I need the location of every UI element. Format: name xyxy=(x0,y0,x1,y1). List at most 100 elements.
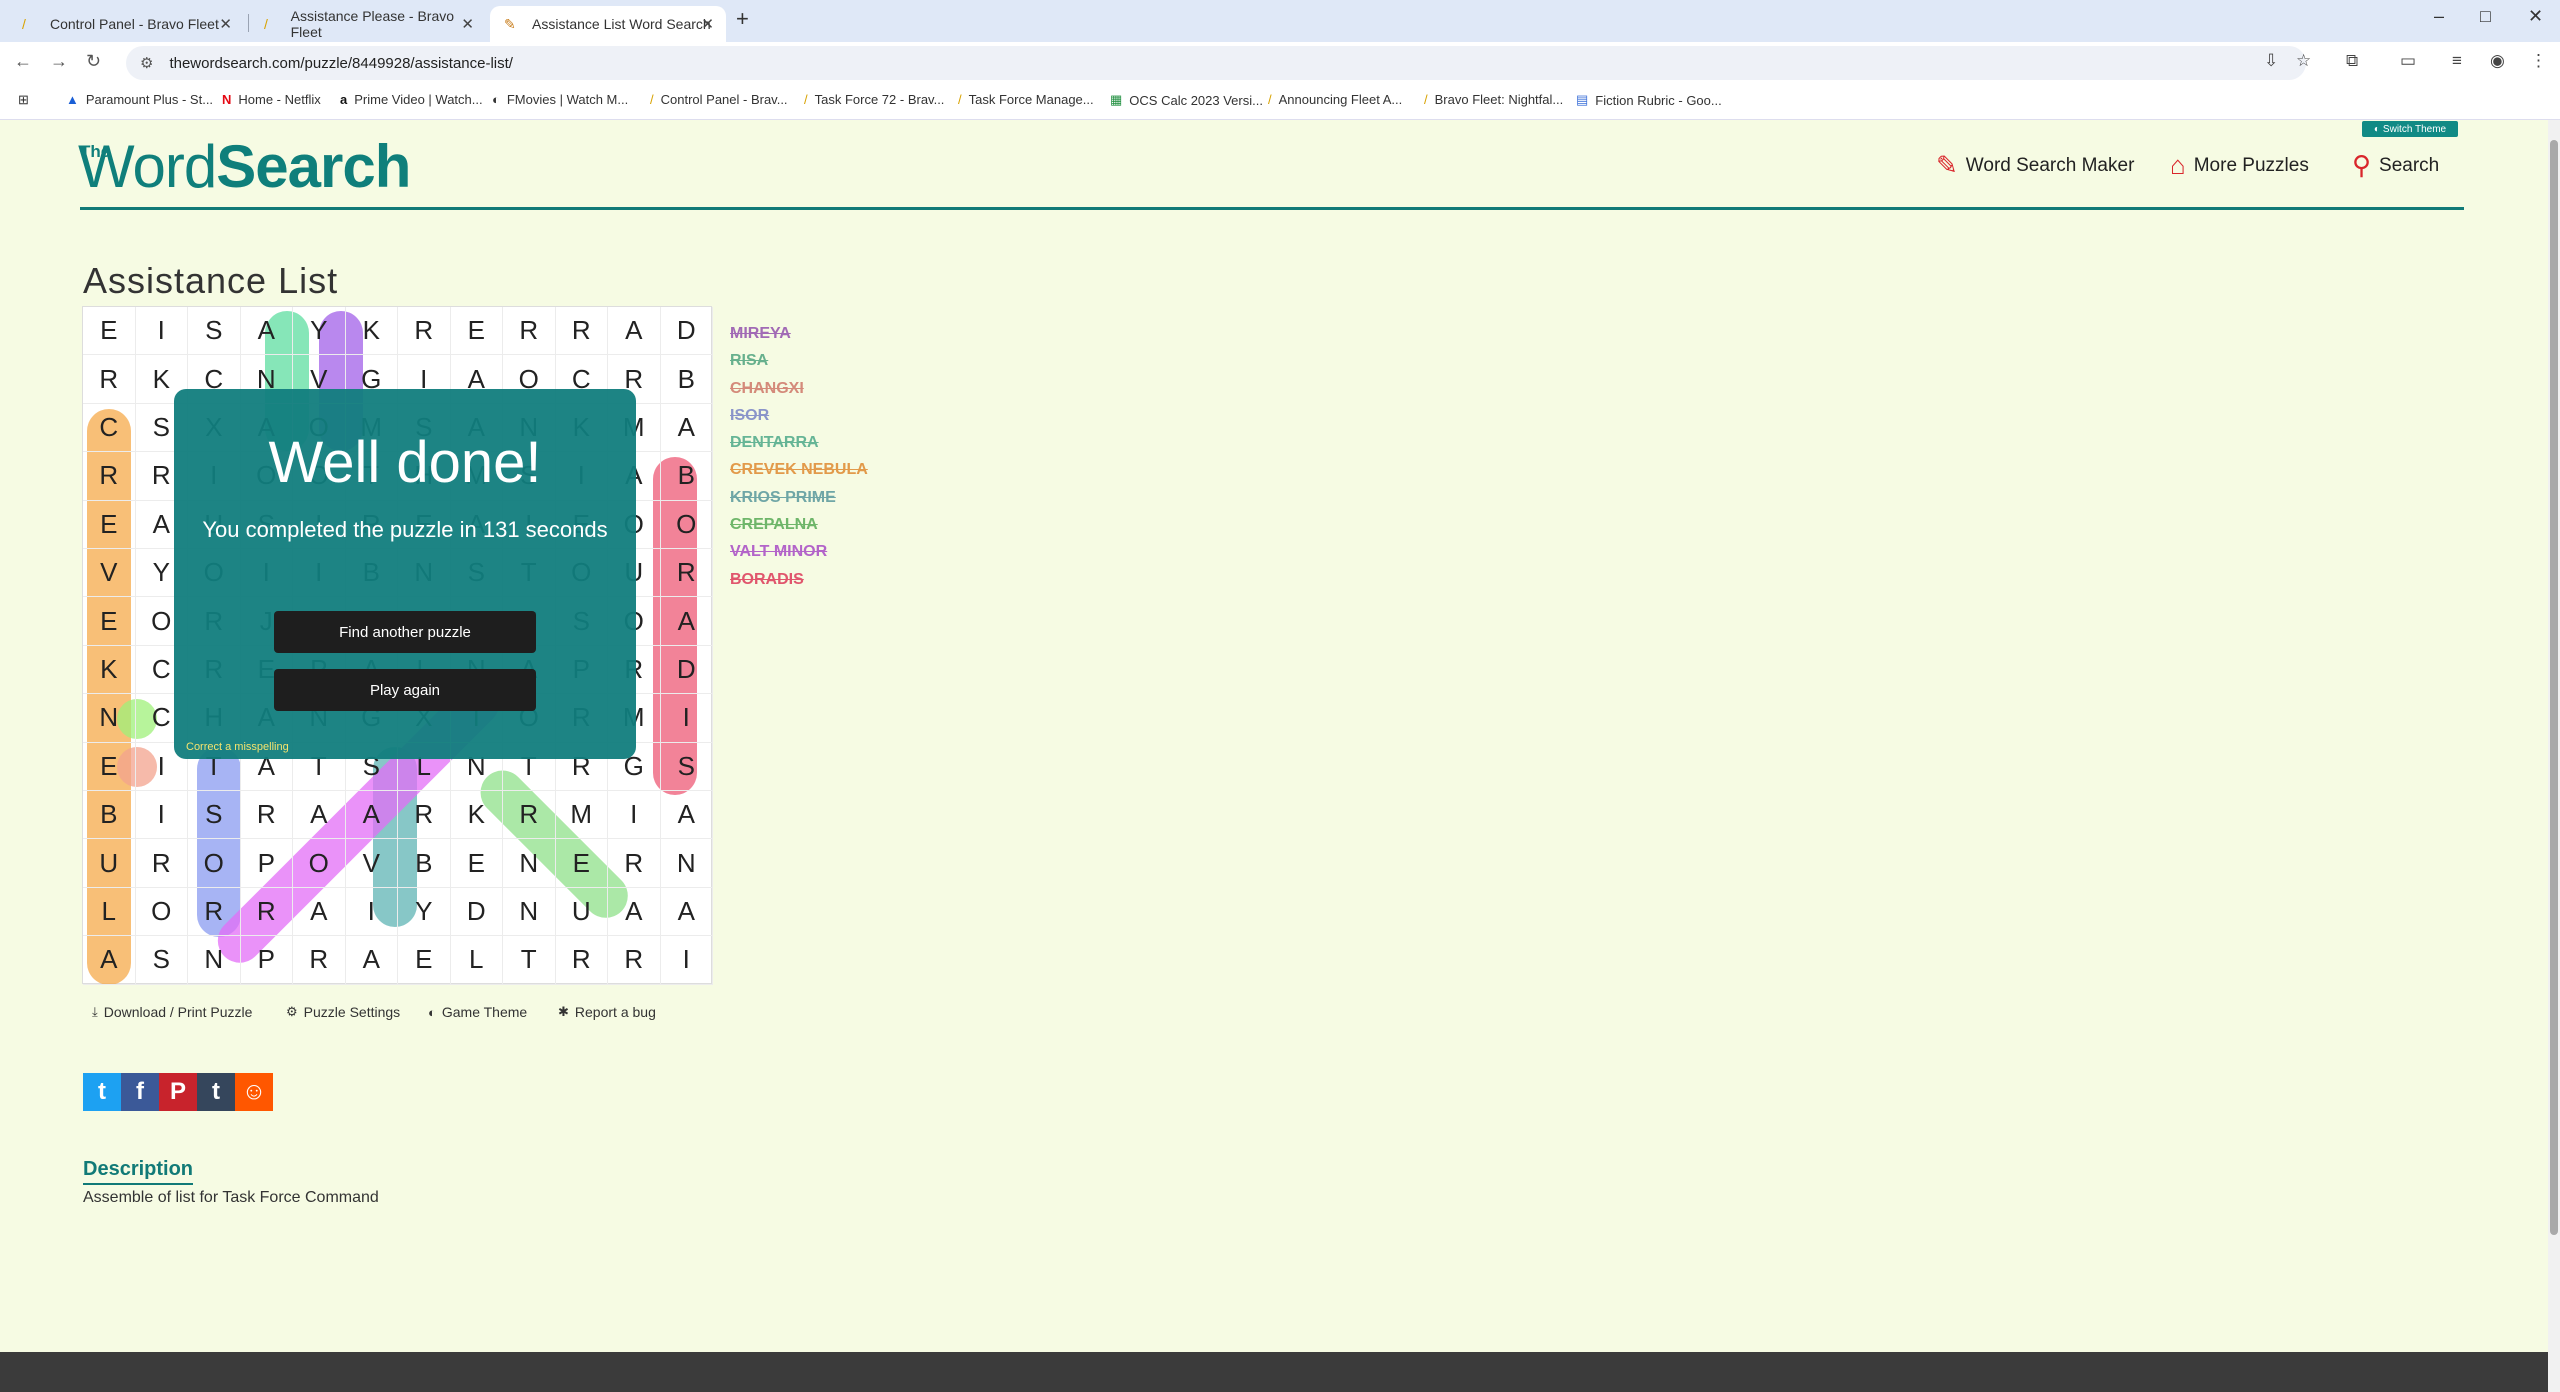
new-tab-icon[interactable]: + xyxy=(736,6,749,32)
reload-icon[interactable]: ↻ xyxy=(86,51,101,72)
pinterest-icon[interactable]: P xyxy=(159,1073,197,1111)
install-app-icon[interactable]: ⇩ xyxy=(2264,51,2278,71)
grid-cell[interactable]: K xyxy=(83,645,136,695)
grid-cell[interactable]: R xyxy=(555,307,608,356)
report-bug-link[interactable]: ✱ Report a bug xyxy=(558,1004,656,1020)
nav-search[interactable]: ⚲ Search xyxy=(2352,150,2439,181)
grid-cell[interactable]: B xyxy=(660,355,713,404)
grid-cell[interactable]: N xyxy=(503,887,556,937)
tab-assistance-list[interactable]: ✎ Assistance List Word Search ✕ xyxy=(490,6,726,42)
grid-cell[interactable]: M xyxy=(555,791,608,840)
grid-cell[interactable]: E xyxy=(83,597,136,646)
grid-cell[interactable]: S xyxy=(660,742,713,791)
bookmark-task-force-manage[interactable]: / Task Force Manage... xyxy=(958,92,1094,107)
grid-cell[interactable]: P xyxy=(240,936,293,985)
grid-cell[interactable]: O xyxy=(188,839,241,888)
bookmark-fmovies[interactable]: ◐ FMovies | Watch M... xyxy=(492,92,628,107)
grid-cell[interactable]: R xyxy=(83,452,136,501)
grid-cell[interactable]: A xyxy=(293,887,346,937)
bookmark-announcing-fleet[interactable]: / Announcing Fleet A... xyxy=(1268,92,1402,107)
grid-cell[interactable]: E xyxy=(450,839,503,888)
grid-cell[interactable]: R xyxy=(188,887,241,937)
grid-cell[interactable]: I xyxy=(135,307,188,356)
grid-cell[interactable]: D xyxy=(450,887,503,937)
grid-cell[interactable]: D xyxy=(660,307,713,356)
grid-cell[interactable]: T xyxy=(503,936,556,985)
close-tab-icon[interactable]: ✕ xyxy=(701,15,714,33)
grid-cell[interactable]: A xyxy=(660,791,713,840)
game-theme-link[interactable]: ◐ Game Theme xyxy=(428,1004,527,1020)
grid-cell[interactable]: A xyxy=(345,791,398,840)
grid-cell[interactable]: P xyxy=(240,839,293,888)
close-window-icon[interactable]: ✕ xyxy=(2528,6,2543,27)
bookmark-fiction-rubric[interactable]: ▤ Fiction Rubric - Goo... xyxy=(1576,92,1722,108)
grid-cell[interactable]: R xyxy=(398,307,451,356)
bookmark-prime-video[interactable]: a Prime Video | Watch... xyxy=(340,92,483,107)
grid-cell[interactable]: Y xyxy=(398,887,451,937)
grid-cell[interactable]: L xyxy=(450,936,503,985)
media-icon[interactable]: ≡ xyxy=(2452,51,2462,71)
switch-theme-button[interactable]: ◐ Switch Theme xyxy=(2362,121,2458,137)
bookmark-ocs-calc[interactable]: ▦ OCS Calc 2023 Versi... xyxy=(1110,92,1263,108)
grid-cell[interactable]: C xyxy=(83,403,136,453)
grid-cell[interactable]: A xyxy=(345,936,398,985)
maximize-icon[interactable]: □ xyxy=(2480,6,2491,27)
grid-cell[interactable]: B xyxy=(83,791,136,840)
grid-cell[interactable]: R xyxy=(293,936,346,985)
grid-cell[interactable]: D xyxy=(660,645,713,695)
grid-cell[interactable]: U xyxy=(83,839,136,888)
profile-icon[interactable]: ◉ xyxy=(2490,51,2505,71)
grid-cell[interactable]: A xyxy=(660,597,713,646)
scrollbar-thumb[interactable] xyxy=(2550,140,2558,1235)
grid-cell[interactable]: S xyxy=(188,307,241,356)
grid-cell[interactable]: B xyxy=(660,452,713,501)
bookmark-bravo-fleet-nightfall[interactable]: / Bravo Fleet: Nightfal... xyxy=(1424,92,1563,107)
grid-cell[interactable]: U xyxy=(555,887,608,937)
close-tab-icon[interactable]: ✕ xyxy=(219,15,232,33)
forward-icon[interactable]: → xyxy=(50,51,68,72)
tab-control-panel[interactable]: / Control Panel - Bravo Fleet ✕ xyxy=(8,6,244,42)
grid-cell[interactable]: I xyxy=(660,936,713,985)
grid-cell[interactable]: R xyxy=(555,936,608,985)
grid-cell[interactable]: V xyxy=(345,839,398,888)
grid-cell[interactable]: E xyxy=(450,307,503,356)
play-again-button[interactable]: Play again xyxy=(274,669,536,711)
grid-cell[interactable]: A xyxy=(240,307,293,356)
grid-cell[interactable]: A xyxy=(660,403,713,453)
grid-cell[interactable]: L xyxy=(83,887,136,937)
grid-cell[interactable]: N xyxy=(83,694,136,743)
grid-cell[interactable]: R xyxy=(240,791,293,840)
bookmark-netflix[interactable]: N Home - Netflix xyxy=(222,92,321,107)
download-print-link[interactable]: ⤓ Download / Print Puzzle xyxy=(92,1004,252,1020)
grid-cell[interactable]: B xyxy=(398,839,451,888)
reddit-icon[interactable]: ☺ xyxy=(235,1073,273,1111)
grid-cell[interactable]: E xyxy=(398,936,451,985)
grid-cell[interactable]: R xyxy=(608,936,661,985)
grid-cell[interactable]: A xyxy=(293,791,346,840)
grid-cell[interactable]: N xyxy=(503,839,556,888)
grid-cell[interactable]: O xyxy=(135,887,188,937)
grid-cell[interactable]: V xyxy=(83,549,136,598)
grid-cell[interactable]: R xyxy=(608,839,661,888)
grid-cell[interactable]: R xyxy=(503,307,556,356)
grid-cell[interactable]: N xyxy=(188,936,241,985)
apps-icon[interactable]: ⊞ xyxy=(18,92,29,108)
grid-cell[interactable]: I xyxy=(608,791,661,840)
back-icon[interactable]: ← xyxy=(14,51,32,72)
grid-cell[interactable]: R xyxy=(398,791,451,840)
correct-misspelling-link[interactable]: Correct a misspelling xyxy=(186,741,289,753)
grid-cell[interactable]: E xyxy=(83,742,136,791)
grid-cell[interactable]: E xyxy=(83,307,136,356)
nav-more-puzzles[interactable]: ⌂ More Puzzles xyxy=(2170,150,2309,181)
grid-cell[interactable]: A xyxy=(608,307,661,356)
nav-word-search-maker[interactable]: ✎ Word Search Maker xyxy=(1936,150,2134,181)
grid-cell[interactable]: I xyxy=(345,887,398,937)
grid-cell[interactable]: R xyxy=(83,355,136,404)
grid-cell[interactable]: A xyxy=(660,887,713,937)
grid-cell[interactable]: S xyxy=(135,936,188,985)
grid-cell[interactable]: K xyxy=(345,307,398,356)
puzzle-settings-link[interactable]: ⚙ Puzzle Settings xyxy=(286,1004,400,1020)
grid-cell[interactable]: K xyxy=(450,791,503,840)
grid-cell[interactable]: N xyxy=(660,839,713,888)
grid-cell[interactable]: R xyxy=(503,791,556,840)
